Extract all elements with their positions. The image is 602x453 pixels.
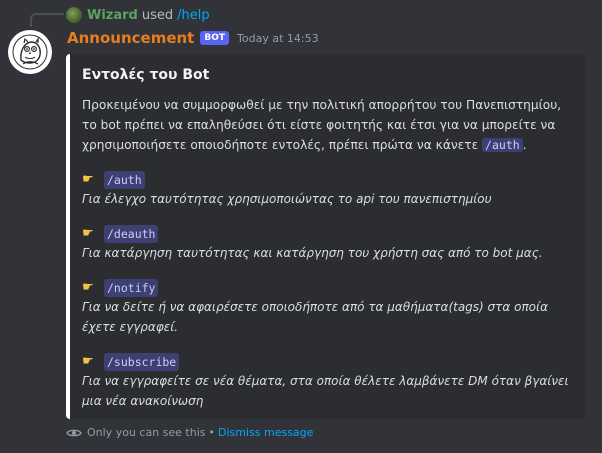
- owl-logo-icon: [12, 34, 48, 70]
- auth-inline-code: /auth: [482, 138, 523, 152]
- command-entry-deauth: ☛ /deauth Για κατάργηση ταυτότητας και κ…: [82, 225, 572, 263]
- help-embed: Εντολές του Bot Προκειμένου να συμμορφωθ…: [66, 54, 586, 419]
- wizard-avatar-icon[interactable]: [66, 7, 82, 23]
- ephemeral-notice: Only you can see this • Dismiss message: [66, 426, 313, 439]
- visibility-text: Only you can see this: [87, 426, 206, 439]
- command-description: Για έλεγχο ταυτότητας χρησιμοποιώντας το…: [82, 192, 492, 206]
- embed-description: Προκειμένου να συμμορφωθεί με την πολιτι…: [82, 95, 572, 155]
- embed-title: Εντολές του Bot: [82, 67, 210, 83]
- pointing-hand-icon: ☛: [82, 354, 94, 369]
- message-header: Announcement BOT Today at 14:53: [67, 29, 319, 47]
- bot-badge: BOT: [200, 31, 230, 45]
- command-description: Για να εγγραφείτε σε νέα θέματα, στα οπο…: [82, 374, 569, 408]
- eye-icon: [66, 429, 82, 436]
- footer-separator: •: [208, 426, 216, 439]
- command-name: /deauth: [104, 225, 159, 243]
- pointing-hand-icon: ☛: [82, 280, 94, 295]
- pointing-hand-icon: ☛: [82, 226, 94, 241]
- command-name: /subscribe: [104, 353, 180, 371]
- message-timestamp[interactable]: Today at 14:53: [237, 32, 319, 45]
- pointing-hand-icon: ☛: [82, 172, 94, 187]
- bot-avatar[interactable]: [8, 30, 52, 74]
- command-entry-subscribe: ☛ /subscribe Για να εγγραφείτε σε νέα θέ…: [82, 353, 572, 411]
- command-name: /auth: [104, 171, 145, 189]
- command-entry-notify: ☛ /notify Για να δείτε ή να αφαιρέσετε ο…: [82, 279, 572, 337]
- command-entry-auth: ☛ /auth Για έλεγχο ταυτότητας χρησιμοποι…: [82, 171, 572, 209]
- command-name: /notify: [104, 279, 159, 297]
- command-description: Για να δείτε ή να αφαιρέσετε οποιοδήποτε…: [82, 300, 548, 334]
- reply-connector-line: [30, 13, 64, 27]
- embed-description-end: .: [522, 138, 527, 152]
- command-description: Για κατάργηση ταυτότητας και κατάργηση τ…: [82, 246, 543, 260]
- reply-command-link[interactable]: /help: [177, 8, 209, 23]
- reply-username[interactable]: Wizard: [87, 8, 138, 23]
- reply-used-text: used: [141, 7, 174, 23]
- author-name[interactable]: Announcement: [67, 29, 194, 47]
- command-reply-context: Wizard used /help: [66, 6, 210, 24]
- dismiss-message-link[interactable]: Dismiss message: [218, 426, 313, 439]
